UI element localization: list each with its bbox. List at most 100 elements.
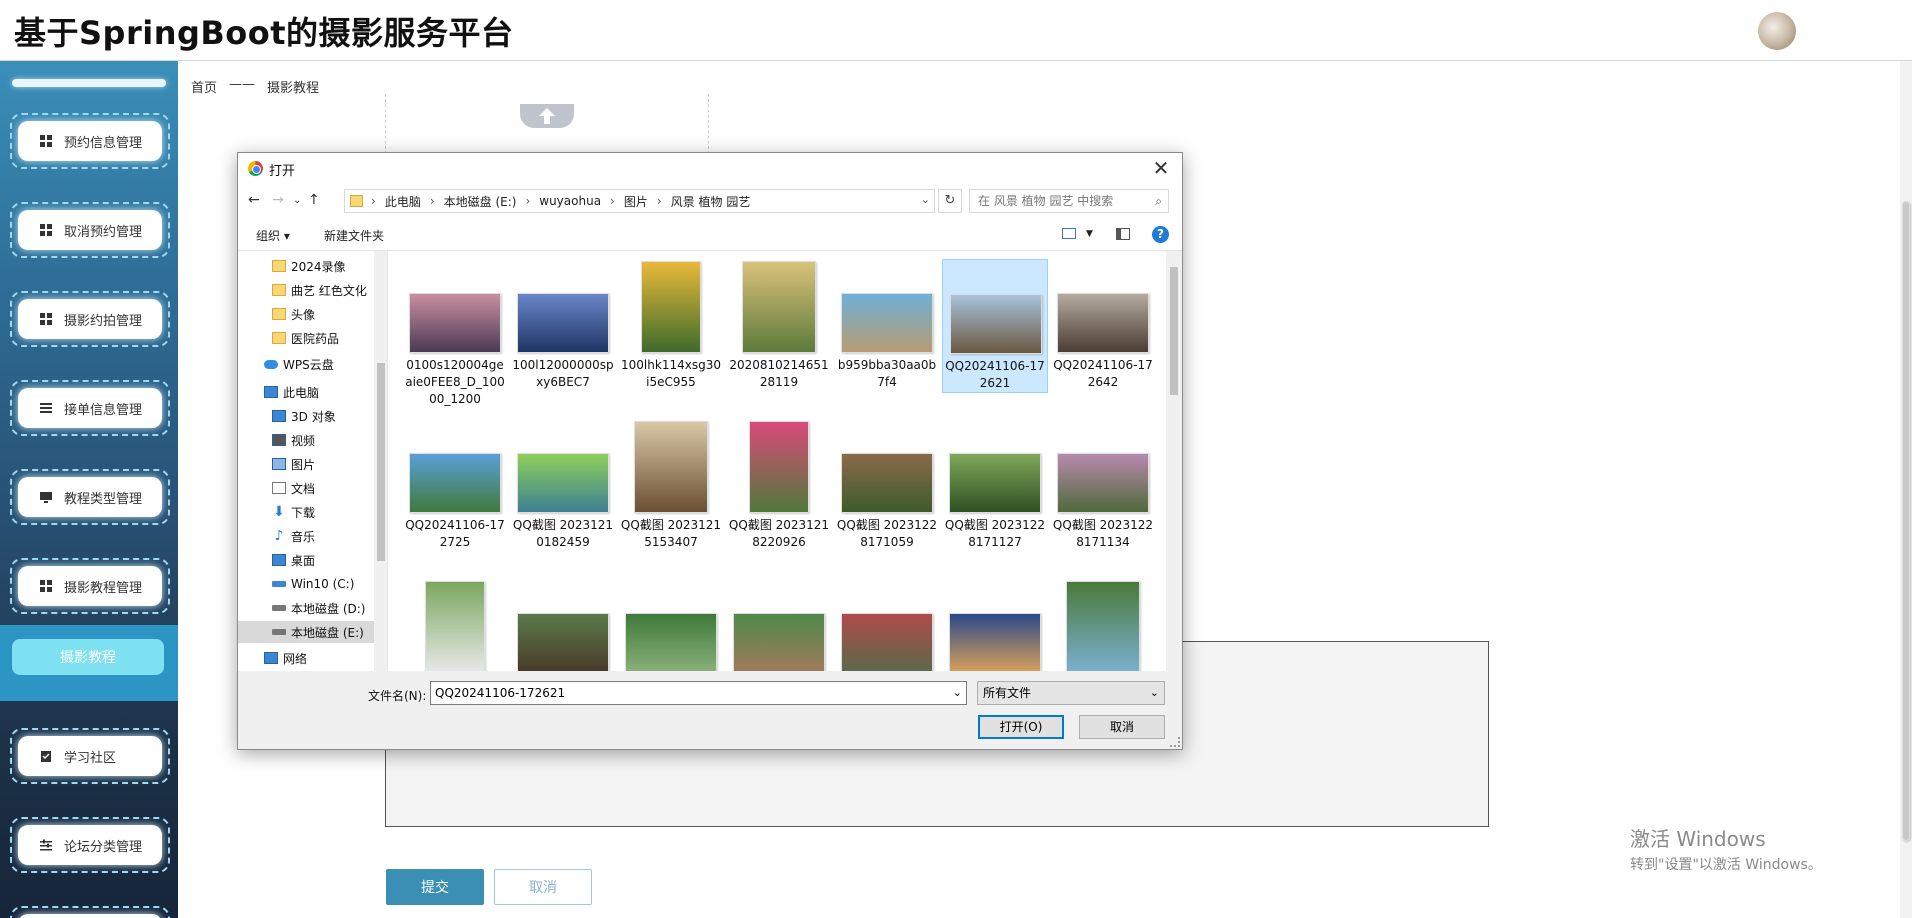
file-item[interactable]: 2020810214651 28119 [726,259,832,391]
address-bar[interactable]: › 此电脑 › 本地磁盘 (E:) › wuyaohua › 图片 › 风景 植物 园艺… [344,189,935,213]
cancel-button[interactable]: 取消 [494,869,592,905]
sidebar-item-label: 接单信息管理 [64,402,143,418]
filename-input[interactable]: QQ20241106-172621 ⌄ [430,681,967,705]
new-folder-button[interactable]: 新建文件夹 [324,227,384,244]
avatar[interactable] [1758,12,1796,50]
page-scrollbar-thumb[interactable] [1902,201,1910,841]
image-thumbnail [517,453,609,513]
tree-item[interactable]: 视频 [272,429,374,451]
tree-item[interactable]: 2024录像 [272,255,374,277]
tree-item[interactable]: 本地磁盘 (D:) [272,597,374,619]
organize-button[interactable]: 组织 ▾ [256,227,290,244]
sidebar-item-photo-shoot[interactable]: 摄影约拍管理 [10,291,170,347]
tree-item[interactable]: 医院药品 [272,327,374,349]
sidebar-top-item[interactable] [12,79,166,87]
sidebar-item-photo-tutorial[interactable]: 摄影教程 [12,639,164,675]
dialog-titlebar: 打开 ✕ [238,153,1182,183]
file-thumbnail-box [618,579,724,671]
tree-item[interactable]: 曲艺 红色文化 [272,279,374,301]
file-item[interactable]: b959bba30aa0b7f4 [834,259,940,391]
file-item[interactable]: 100l12000000spxy6BEC7 [510,259,616,391]
tree-item[interactable]: ♪ 音乐 [272,525,374,547]
file-list-scrollbar[interactable] [1166,251,1182,671]
file-item[interactable]: QQ截图 20231218220926 [726,419,832,551]
chevron-down-icon[interactable]: ⌄ [953,682,962,704]
help-icon[interactable]: ? [1152,226,1169,243]
file-thumbnail-box [942,579,1048,671]
sidebar-item-more[interactable] [10,906,170,918]
tree-scrollbar[interactable] [374,251,387,671]
filetype-select[interactable]: 所有文件 ⌄ [977,681,1165,705]
file-thumbnail-box [1050,579,1156,671]
file-item[interactable]: 0100s120004geaie0FEE8_D_10000_1200 [402,259,508,408]
tree-item[interactable]: 头像 [272,303,374,325]
sidebar-item-community[interactable]: 学习社区 [10,728,170,784]
sidebar-item-tutorials[interactable]: 摄影教程管理 [10,558,170,614]
sidebar-item-forum-categories[interactable]: 论坛分类管理 [10,817,170,873]
back-arrow-icon[interactable]: ← [248,192,260,208]
file-list-scrollbar-thumb[interactable] [1170,267,1178,395]
file-item[interactable]: QQ截图 20231210182459 [510,419,616,551]
file-item[interactable]: QQ截图 [942,579,1048,671]
resize-grip-icon[interactable] [1170,737,1180,747]
page-scrollbar[interactable] [1900,61,1912,918]
tree-item-selected[interactable]: 本地磁盘 (E:) [238,621,374,643]
file-item[interactable]: QQ截图 20231215153407 [618,419,724,551]
tree-item[interactable]: 桌面 [272,549,374,571]
image-thumbnail [950,294,1042,354]
address-segment[interactable]: 风景 植物 园艺 [671,193,751,210]
image-thumbnail [409,453,501,513]
refresh-icon[interactable]: ↻ [938,189,962,213]
file-item[interactable]: QQ截图 [834,579,940,671]
tree-scrollbar-thumb[interactable] [377,363,385,561]
tree-item[interactable]: 3D 对象 [272,405,374,427]
file-thumbnail-box [1050,419,1156,517]
close-icon[interactable]: ✕ [1148,155,1174,181]
search-input[interactable]: 在 风景 植物 园艺 中搜索 ⌕ [969,189,1169,213]
file-item[interactable]: QQ截图 [1050,579,1156,671]
tree-item[interactable]: 文档 [272,477,374,499]
dialog-cancel-button[interactable]: 取消 [1079,715,1165,739]
watermark-line-2: 转到"设置"以激活 Windows。 [1630,857,1822,873]
sidebar-item-orders[interactable]: 接单信息管理 [10,380,170,436]
sidebar-item-cancel-booking[interactable]: 取消预约管理 [10,202,170,258]
chevron-down-icon[interactable]: ⌄ [921,193,930,206]
tree-item[interactable]: 图片 [272,453,374,475]
view-chevron-icon[interactable]: ▼ [1086,229,1093,239]
address-segment[interactable]: 图片 [624,193,648,210]
file-item[interactable]: QQ截图 [618,579,724,671]
file-item[interactable]: QQ截图 [402,579,508,671]
file-item[interactable]: QQ截图 [510,579,616,671]
tree-item[interactable]: ⬇ 下载 [272,501,374,523]
tree-item[interactable]: 此电脑 [264,381,374,403]
image-thumbnail [625,613,717,671]
breadcrumb-home[interactable]: 首页 [191,77,217,96]
preview-pane-icon[interactable] [1116,228,1130,240]
tree-item[interactable]: 网络 [264,647,374,669]
file-item[interactable]: QQ20241106-172725 [402,419,508,551]
open-button[interactable]: 打开(O) [978,715,1064,739]
drive-icon [272,629,286,635]
file-item[interactable]: QQ20241106-172642 [1050,259,1156,391]
submit-button[interactable]: 提交 [386,869,484,905]
file-item[interactable]: 100lhk114xsg30i5eC955 [618,259,724,391]
up-arrow-icon[interactable]: ↑ [308,192,320,208]
address-segment[interactable]: wuyaohua [539,194,601,208]
address-segment[interactable]: 此电脑 [385,193,421,210]
sidebar-item-tutorial-types[interactable]: 教程类型管理 [10,469,170,525]
tree-item[interactable]: Win10 (C:) [272,573,374,595]
forward-arrow-icon[interactable]: → [272,192,284,208]
file-item[interactable]: QQ截图 20231228171059 [834,419,940,551]
address-segment[interactable]: 本地磁盘 (E:) [444,193,517,210]
file-item[interactable]: QQ截图 20231228171134 [1050,419,1156,551]
file-item-selected[interactable]: QQ20241106-172621 [942,259,1048,393]
sidebar-item-booking[interactable]: 预约信息管理 [10,113,170,169]
list-icon [40,403,52,413]
file-item[interactable]: QQ截图 [726,579,832,671]
recent-chevron-icon[interactable]: ⌄ [293,195,301,206]
view-options-icon[interactable] [1062,228,1076,239]
tree-item[interactable]: WPS云盘 [264,353,374,375]
upload-icon[interactable] [520,104,574,128]
file-thumbnail-box [1050,259,1156,357]
file-item[interactable]: QQ截图 20231228171127 [942,419,1048,551]
